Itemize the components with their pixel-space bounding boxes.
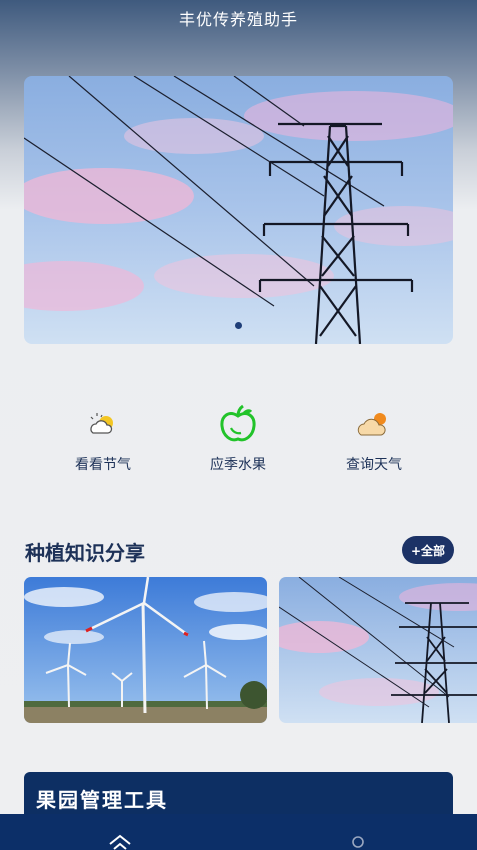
banner-carousel[interactable]	[24, 76, 453, 344]
tools-title: 果园管理工具	[36, 788, 168, 812]
shortcut-weather[interactable]: 查询天气	[319, 404, 429, 474]
view-all-button[interactable]: +全部	[402, 536, 454, 564]
apple-icon	[183, 404, 293, 444]
sun-cloud-icon	[48, 404, 158, 444]
weather-cloud-icon	[319, 404, 429, 444]
knowledge-card[interactable]	[24, 577, 267, 723]
section-title: 种植知识分享	[25, 541, 145, 565]
power-tower-image	[279, 577, 477, 723]
shortcut-seasonal-fruit[interactable]: 应季水果	[183, 404, 293, 474]
shortcut-row: 看看节气 应季水果 查询天气	[0, 404, 477, 484]
banner-image	[24, 76, 453, 344]
shortcut-label: 应季水果	[210, 457, 266, 473]
knowledge-card[interactable]	[279, 577, 477, 723]
wind-turbines-image	[24, 577, 267, 723]
bottom-nav	[0, 814, 477, 850]
knowledge-card-list[interactable]	[24, 577, 477, 723]
carousel-indicator[interactable]	[235, 322, 242, 329]
shortcut-label: 看看节气	[75, 457, 131, 473]
shortcut-solar-terms[interactable]: 看看节气	[48, 404, 158, 474]
app-title: 丰优传养殖助手	[178, 10, 298, 29]
shortcut-label: 查询天气	[346, 457, 402, 473]
home-icon[interactable]	[106, 834, 134, 850]
user-icon[interactable]	[349, 834, 367, 850]
